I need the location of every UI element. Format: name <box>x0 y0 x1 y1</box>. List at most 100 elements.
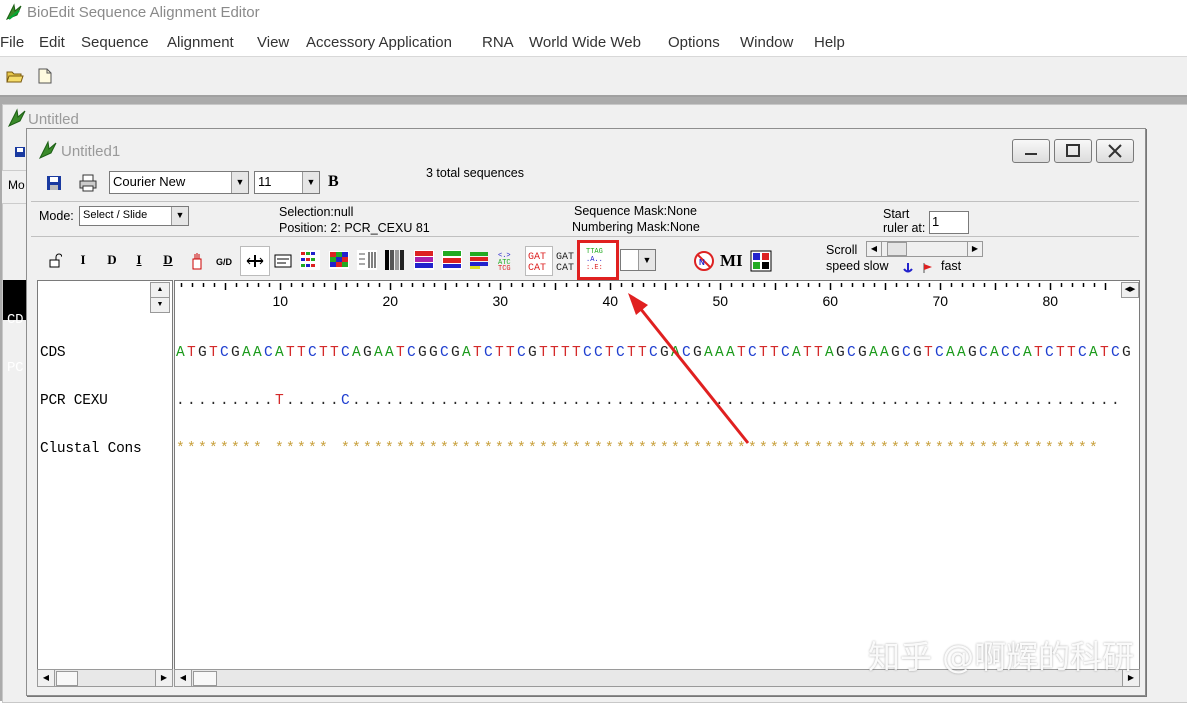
residue: * <box>1034 441 1043 457</box>
open-folder-icon[interactable] <box>6 68 24 84</box>
save-icon[interactable] <box>46 175 62 191</box>
ruler-tool-icon[interactable] <box>274 252 292 270</box>
menu-rna[interactable]: RNA <box>482 34 514 51</box>
sequence-name-cds[interactable]: CDS <box>40 345 141 361</box>
annotation-arrow <box>628 293 750 444</box>
ruler-start-input[interactable]: 1 <box>929 211 969 234</box>
menu-sequence[interactable]: Sequence <box>81 34 149 51</box>
menu-help[interactable]: Help <box>814 34 845 51</box>
color-alignment-icon[interactable] <box>441 249 463 271</box>
shade-threshold-select[interactable]: ▼ <box>620 249 656 271</box>
names-horizontal-scrollbar[interactable]: ◀ ▶ <box>37 669 173 687</box>
insert-gap-button[interactable]: I <box>129 250 149 270</box>
menu-window[interactable]: Window <box>740 34 793 51</box>
chevron-down-icon[interactable]: ▼ <box>638 250 655 270</box>
bg-save-icon[interactable] <box>14 146 26 158</box>
menu-alignment[interactable]: Alignment <box>167 34 234 51</box>
bold-button[interactable]: B <box>328 173 339 191</box>
menu-options[interactable]: Options <box>668 34 720 51</box>
residue: T <box>297 345 306 361</box>
residue: . <box>792 393 801 409</box>
lock-icon[interactable] <box>48 253 62 269</box>
gap-delete-button[interactable]: G/D <box>216 257 232 267</box>
divider <box>31 236 1139 237</box>
print-icon[interactable] <box>79 174 97 192</box>
similarity-shade-button[interactable]: GAT CAT <box>525 246 553 276</box>
residue: * <box>572 441 581 457</box>
residue: G <box>429 345 438 361</box>
anchor-icon <box>903 263 913 273</box>
residue: * <box>1012 441 1021 457</box>
chevron-down-icon[interactable]: ▼ <box>171 207 188 225</box>
residue: . <box>561 393 570 409</box>
mode-select[interactable]: Select / Slide ▼ <box>79 206 189 226</box>
residue: . <box>869 393 878 409</box>
menu-world-wide-web[interactable]: World Wide Web <box>529 34 641 51</box>
residue: T <box>770 345 779 361</box>
consensus-identity-button[interactable]: TTAG .A.. :.E: <box>577 240 619 280</box>
scroll-thumb[interactable] <box>56 671 78 686</box>
sequence-row-cds[interactable]: ATGTCGAACATTCTTCAGAATCGGCGATCTTCGTTTTCCT… <box>175 345 1131 361</box>
matrix-icon[interactable] <box>750 250 772 272</box>
menu-edit[interactable]: Edit <box>39 34 65 51</box>
new-document-icon[interactable] <box>38 68 52 84</box>
hand-icon[interactable] <box>190 252 204 270</box>
residue: T <box>1067 345 1076 361</box>
insert-button[interactable]: I <box>73 250 93 270</box>
menu-view[interactable]: View <box>257 34 289 51</box>
delete-gap-button[interactable]: D <box>158 250 178 270</box>
chevron-left-icon[interactable]: ◀ <box>867 242 882 256</box>
sequence-name-clustal-cons[interactable]: Clustal Cons <box>40 441 142 457</box>
residue: * <box>781 441 790 457</box>
residue: . <box>891 393 900 409</box>
bg-mode-label: Mo <box>8 178 25 192</box>
font-name-select[interactable]: Courier New ▼ <box>109 171 249 194</box>
residue: * <box>1089 441 1098 457</box>
consensus-icon-line-3: :.E: <box>586 264 603 272</box>
residue: T <box>803 345 812 361</box>
color-shade-icon[interactable] <box>413 249 435 271</box>
residue: . <box>187 393 196 409</box>
chevron-down-icon[interactable]: ▼ <box>302 172 319 193</box>
consensus-icon-line-1: TTAG <box>586 248 603 256</box>
color-text-icon[interactable] <box>299 249 321 271</box>
chevron-right-icon[interactable]: ▶ <box>967 242 982 256</box>
chevron-left-icon[interactable]: ◀ <box>175 670 192 686</box>
menu-accessory-application[interactable]: Accessory Application <box>306 34 452 51</box>
mi-button[interactable]: MI <box>720 251 743 271</box>
sequence-row-pcr-cexu[interactable]: .........T.....C........................… <box>175 393 1120 409</box>
bg-sequence-strip: CD PC <box>3 280 26 376</box>
close-button[interactable] <box>1096 139 1134 163</box>
scroll-speed-slider[interactable]: ◀ ▶ <box>866 241 983 257</box>
residue: * <box>517 441 526 457</box>
color-bars-icon[interactable] <box>469 249 491 271</box>
chevron-right-icon[interactable]: ▶ <box>155 670 172 686</box>
minimize-button[interactable] <box>1012 139 1050 163</box>
dotted-sequence-icon[interactable]: <.> ATC TCG <box>497 249 519 271</box>
no-entry-icon[interactable]: N <box>693 250 715 272</box>
chevron-down-icon[interactable]: ▼ <box>150 297 170 313</box>
sequence-name-pcr-cexu[interactable]: PCR CEXU <box>40 393 141 409</box>
scroll-thumb[interactable] <box>193 671 217 686</box>
sequence-names-pane[interactable]: ▲ ▼ CDS PCR CEXU Clustal Cons <box>37 280 173 671</box>
chevron-up-icon[interactable]: ▲ <box>150 282 170 298</box>
residue: C <box>1012 345 1021 361</box>
gat-cat-plain-icon[interactable]: GAT CAT <box>555 248 579 274</box>
bw-shade-icon[interactable] <box>384 249 406 271</box>
bw-text-icon[interactable] <box>356 249 378 271</box>
menu-file[interactable]: File <box>0 34 24 51</box>
font-name-value: Courier New <box>113 174 186 189</box>
chevron-down-icon[interactable]: ▼ <box>231 172 248 193</box>
slide-tool-button[interactable] <box>240 246 270 276</box>
color-block-icon[interactable] <box>328 249 350 271</box>
ruler-scroll-button[interactable]: ◀▶ <box>1121 282 1139 298</box>
residue: . <box>539 393 548 409</box>
delete-button[interactable]: D <box>102 250 122 270</box>
residue: T <box>1100 345 1109 361</box>
residue: T <box>561 345 570 361</box>
maximize-button[interactable] <box>1054 139 1092 163</box>
chevron-left-icon[interactable]: ◀ <box>38 670 55 686</box>
slider-thumb[interactable] <box>887 242 907 256</box>
font-size-select[interactable]: 11 ▼ <box>254 171 320 194</box>
residue: * <box>275 441 284 457</box>
